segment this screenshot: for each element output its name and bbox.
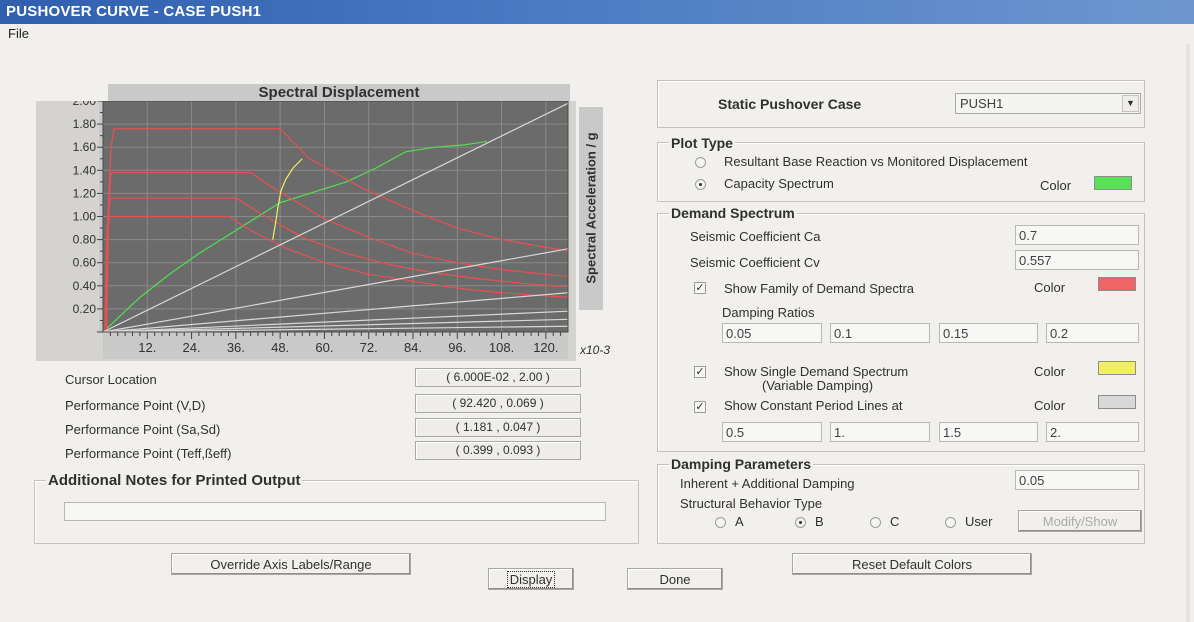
cursor-location-label: Cursor Location — [65, 372, 157, 387]
title-bar: PUSHOVER CURVE - CASE PUSH1 — [0, 0, 1194, 24]
single-spectrum-checkbox[interactable]: ✓ — [694, 366, 706, 378]
x-tick-label: 84. — [404, 340, 422, 355]
x-tick-label: 108. — [489, 340, 514, 355]
behavior-c-label: C — [890, 514, 900, 529]
x-tick-label: 36. — [227, 340, 245, 355]
damping-ratio-2[interactable]: 0.1 — [830, 323, 930, 343]
period-lines-label: Show Constant Period Lines at — [724, 398, 903, 413]
radio-capacity-spectrum[interactable] — [695, 179, 706, 190]
y-tick-label: 0.60 — [73, 256, 97, 270]
performance-point-sasd-label: Performance Point (Sa,Sd) — [65, 422, 221, 437]
y-tick-label: 0.80 — [73, 233, 97, 247]
behavior-type-label: Structural Behavior Type — [680, 496, 823, 511]
behavior-user-label: User — [965, 514, 993, 529]
x-tick-label: 60. — [315, 340, 333, 355]
plot-type-title: Plot Type — [669, 135, 735, 151]
period-3[interactable]: 1.5 — [939, 422, 1038, 442]
capacity-color-label: Color — [1040, 178, 1072, 193]
done-button[interactable]: Done — [627, 568, 723, 590]
damping-ratio-1[interactable]: 0.05 — [722, 323, 822, 343]
x-tick-label: 48. — [271, 340, 289, 355]
static-case-select[interactable]: PUSH1 ▼ — [955, 93, 1141, 114]
y-tick-label: 1.80 — [73, 117, 97, 131]
period-color-label: Color — [1034, 398, 1066, 413]
y-tick-label: 1.00 — [73, 210, 97, 224]
cursor-location-value: ( 6.000E-02 , 2.00 ) — [415, 368, 581, 387]
period-color-swatch[interactable] — [1098, 395, 1136, 409]
window-title: PUSHOVER CURVE - CASE PUSH1 — [6, 3, 262, 20]
chart-title: Spectral Displacement — [108, 84, 570, 101]
radio-behavior-a[interactable] — [715, 517, 726, 528]
period-lines-checkbox[interactable]: ✓ — [694, 401, 706, 413]
capacity-color-swatch[interactable] — [1094, 176, 1132, 190]
x-tick-label: 120. — [533, 340, 558, 355]
menu-bar: File — [0, 24, 1194, 44]
single-spectrum-label: Show Single Demand Spectrum — [724, 364, 909, 379]
performance-point-teff-value: ( 0.399 , 0.093 ) — [415, 441, 581, 460]
radio-behavior-user[interactable] — [945, 517, 956, 528]
x-tick-label: 24. — [183, 340, 201, 355]
option-base-reaction-label: Resultant Base Reaction vs Monitored Dis… — [724, 154, 1028, 169]
performance-point-vd-label: Performance Point (V,D) — [65, 398, 206, 413]
damping-ratio-4[interactable]: 0.2 — [1046, 323, 1139, 343]
damping-ratio-3[interactable]: 0.15 — [939, 323, 1038, 343]
damping-ratios-label: Damping Ratios — [722, 305, 815, 320]
chevron-down-icon[interactable]: ▼ — [1122, 95, 1139, 112]
y-tick-label: 1.20 — [73, 186, 97, 200]
y-tick-label: 0.20 — [73, 302, 97, 316]
display-button-label: Display — [506, 571, 556, 588]
cv-input[interactable]: 0.557 — [1015, 250, 1139, 270]
override-axis-button[interactable]: Override Axis Labels/Range — [171, 553, 411, 575]
y-tick-label: 1.60 — [73, 140, 97, 154]
y-tick-label: 0.40 — [73, 279, 97, 293]
single-color-label: Color — [1034, 364, 1066, 379]
inherent-damping-input[interactable]: 0.05 — [1015, 470, 1139, 490]
family-spectra-checkbox[interactable]: ✓ — [694, 282, 706, 294]
performance-point-vd-value: ( 92.420 , 0.069 ) — [415, 394, 581, 413]
notes-title: Additional Notes for Printed Output — [46, 472, 303, 489]
behavior-a-label: A — [735, 514, 744, 529]
radio-behavior-c[interactable] — [870, 517, 881, 528]
family-color-label: Color — [1034, 280, 1066, 295]
single-spectrum-sublabel: (Variable Damping) — [762, 378, 874, 393]
menu-file[interactable]: File — [8, 26, 29, 41]
ca-input[interactable]: 0.7 — [1015, 225, 1139, 245]
modify-show-button[interactable]: Modify/Show — [1018, 510, 1142, 532]
period-1[interactable]: 0.5 — [722, 422, 822, 442]
radio-behavior-b[interactable] — [795, 517, 806, 528]
static-case-label: Static Pushover Case — [718, 96, 862, 112]
pushover-chart[interactable]: 2.00 1.80 1.60 1.40 1.20 1.00 0.80 0.60 0.40 0.20… — [36, 101, 636, 361]
behavior-b-label: B — [815, 514, 824, 529]
static-case-value: PUSH1 — [960, 96, 1004, 111]
family-spectra-label: Show Family of Demand Spectra — [724, 281, 915, 296]
display-button[interactable]: Display — [488, 568, 574, 590]
radio-base-reaction[interactable] — [695, 157, 706, 168]
y-tick-label: 1.40 — [73, 163, 97, 177]
plot-type-group — [657, 142, 1145, 202]
option-capacity-spectrum-label: Capacity Spectrum — [724, 176, 834, 191]
period-4[interactable]: 2. — [1046, 422, 1139, 442]
ca-label: Seismic Coefficient Ca — [690, 229, 821, 244]
cv-label: Seismic Coefficient Cv — [690, 255, 820, 270]
damping-parameters-title: Damping Parameters — [669, 456, 814, 472]
y-tick-label: 2.00 — [73, 101, 97, 108]
single-color-swatch[interactable] — [1098, 361, 1136, 375]
period-2[interactable]: 1. — [830, 422, 930, 442]
x-tick-label: 96. — [448, 340, 466, 355]
notes-input[interactable] — [64, 502, 606, 521]
reset-colors-button[interactable]: Reset Default Colors — [792, 553, 1032, 575]
x-multiplier-label: x10-3 — [579, 343, 610, 357]
family-color-swatch[interactable] — [1098, 277, 1136, 291]
x-tick-label: 72. — [360, 340, 378, 355]
performance-point-teff-label: Performance Point (Teff,ßeff) — [65, 446, 232, 461]
x-tick-label: 12. — [138, 340, 156, 355]
inherent-damping-label: Inherent + Additional Damping — [680, 476, 855, 491]
performance-point-sasd-value: ( 1.181 , 0.047 ) — [415, 418, 581, 437]
demand-spectrum-title: Demand Spectrum — [669, 205, 797, 221]
